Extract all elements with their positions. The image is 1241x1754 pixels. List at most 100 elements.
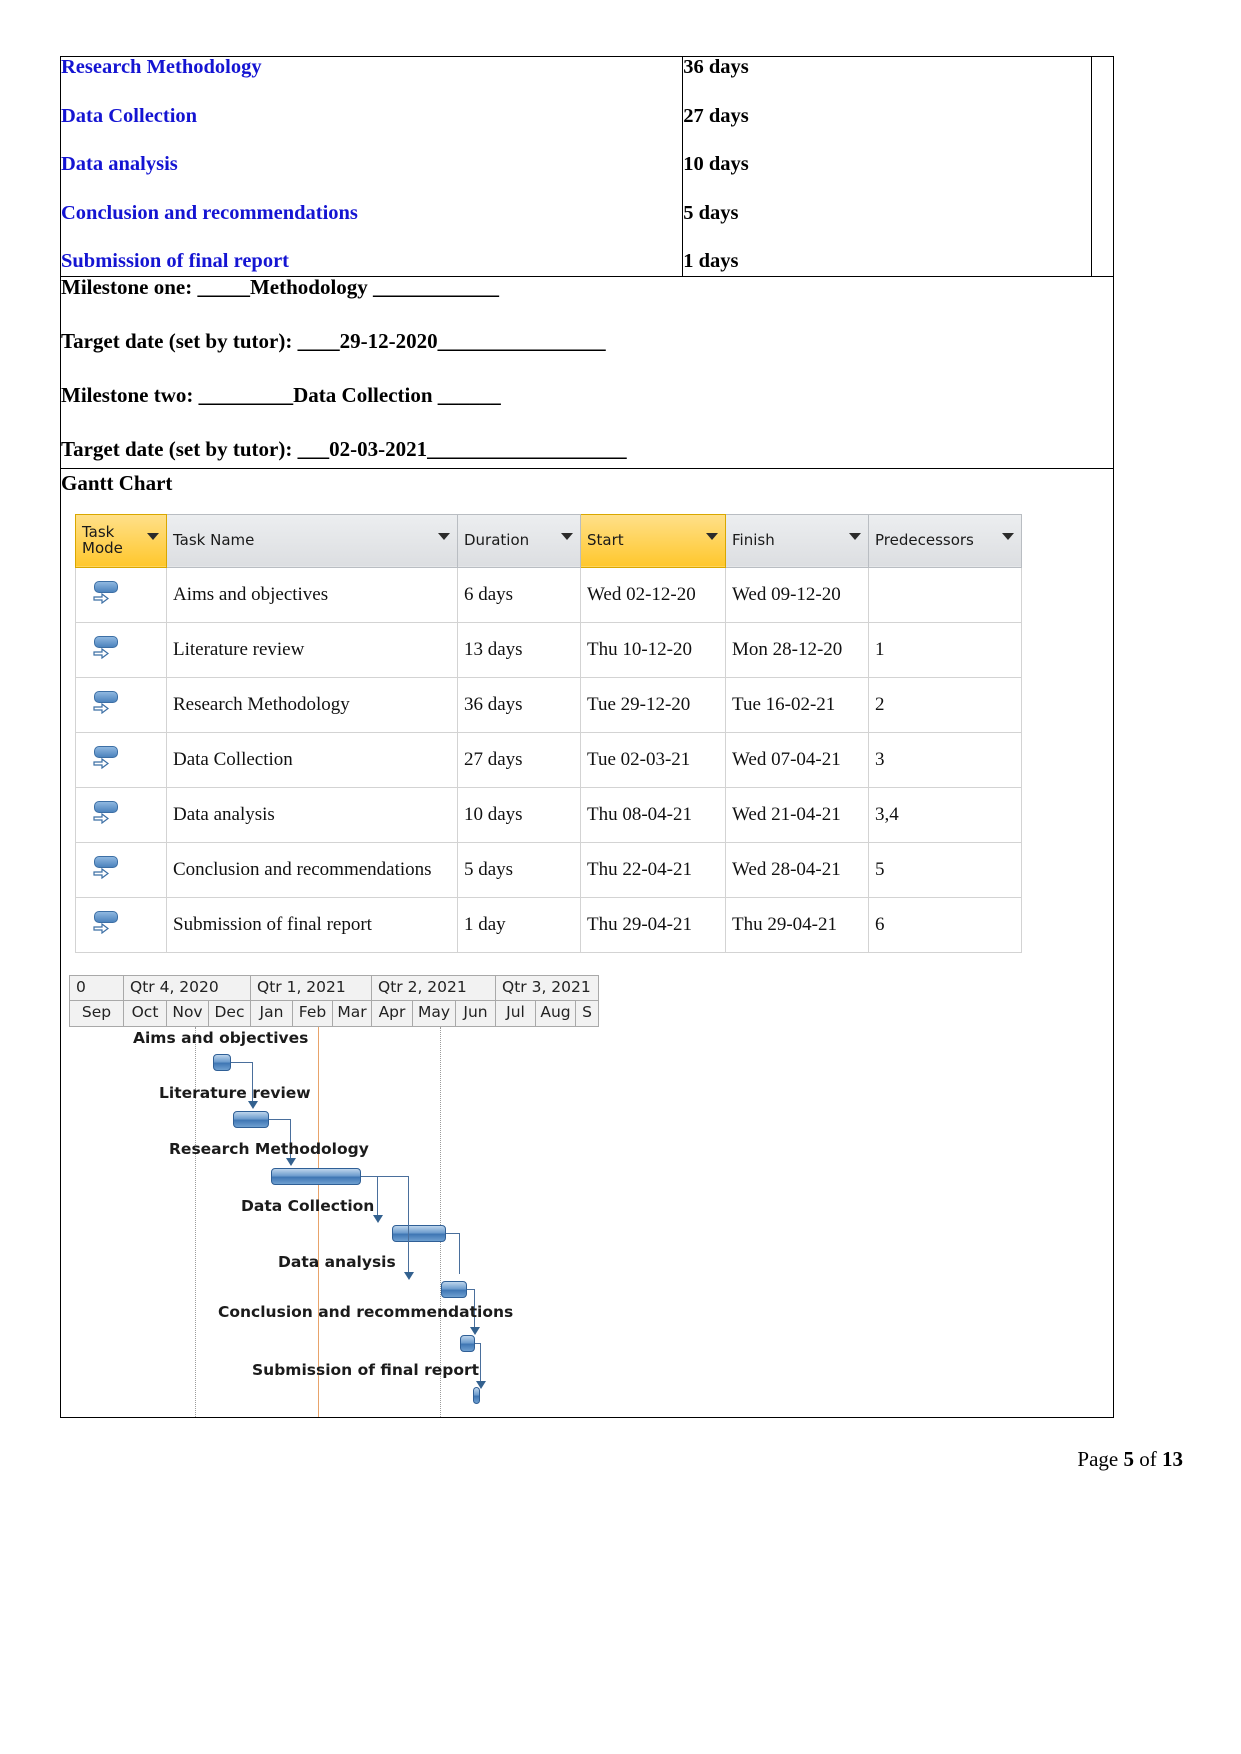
duration-cell[interactable]: 27 days bbox=[457, 731, 581, 788]
start-cell[interactable]: Thu 22-04-21 bbox=[580, 841, 726, 898]
timeline-quarter: Qtr 1, 2021 bbox=[250, 974, 371, 1001]
chevron-down-icon[interactable] bbox=[147, 532, 159, 540]
table-row[interactable]: Data Collection 27 days Tue 02-03-21 Wed… bbox=[75, 731, 1022, 788]
duration-cell[interactable]: 10 days bbox=[457, 786, 581, 843]
start-cell[interactable]: Tue 29-12-20 bbox=[580, 676, 726, 733]
link-arrow-icon bbox=[470, 1326, 480, 1335]
gantt-bar[interactable] bbox=[460, 1334, 475, 1352]
auto-schedule-icon bbox=[92, 910, 126, 940]
start-cell[interactable]: Thu 08-04-21 bbox=[580, 786, 726, 843]
finish-cell[interactable]: Tue 16-02-21 bbox=[725, 676, 869, 733]
column-header-start[interactable]: Start bbox=[580, 513, 726, 568]
duration-cell[interactable]: 13 days bbox=[457, 621, 581, 678]
grid-header-row: Task Mode Task Name Duration Start Finis… bbox=[75, 513, 1022, 568]
finish-cell[interactable]: Wed 21-04-21 bbox=[725, 786, 869, 843]
table-row[interactable]: Literature review 13 days Thu 10-12-20 M… bbox=[75, 621, 1022, 678]
timeline-month: Dec bbox=[208, 1001, 250, 1027]
start-cell[interactable]: Thu 29-04-21 bbox=[580, 896, 726, 953]
column-header-task-mode[interactable]: Task Mode bbox=[75, 513, 167, 568]
gantt-bar[interactable] bbox=[233, 1110, 269, 1128]
predecessors-cell[interactable]: 2 bbox=[868, 676, 1022, 733]
task-mode-cell[interactable] bbox=[75, 841, 167, 898]
task-name-cell[interactable]: Conclusion and recommendations bbox=[166, 841, 458, 898]
auto-schedule-icon bbox=[92, 635, 126, 665]
start-cell[interactable]: Tue 02-03-21 bbox=[580, 731, 726, 788]
timeline-month: Apr bbox=[371, 1001, 412, 1027]
gantt-bar[interactable] bbox=[213, 1053, 231, 1071]
table-row[interactable]: Conclusion and recommendations 5 days Th… bbox=[75, 841, 1022, 898]
column-header-duration-label: Duration bbox=[464, 530, 530, 549]
finish-cell[interactable]: Wed 09-12-20 bbox=[725, 566, 869, 623]
task-mode-cell[interactable] bbox=[75, 731, 167, 788]
milestone-two: Milestone two: _________Data Collection … bbox=[61, 382, 501, 407]
task-mode-cell[interactable] bbox=[75, 676, 167, 733]
gantt-bar[interactable] bbox=[473, 1386, 480, 1404]
task-name-cell[interactable]: Aims and objectives bbox=[166, 566, 458, 623]
table-row[interactable]: Submission of final report 1 day Thu 29-… bbox=[75, 896, 1022, 953]
table-row[interactable]: Aims and objectives 6 days Wed 02-12-20 … bbox=[75, 566, 1022, 623]
duration-cell[interactable]: 36 days bbox=[457, 676, 581, 733]
link-line bbox=[269, 1118, 291, 1120]
timeline-leading-label: 0 bbox=[69, 974, 123, 1001]
task-name-cell[interactable]: Data analysis bbox=[166, 786, 458, 843]
gantt-bar[interactable] bbox=[441, 1280, 467, 1298]
footer-middle: of bbox=[1139, 1447, 1157, 1471]
duration-cell[interactable]: 5 days bbox=[457, 841, 581, 898]
task-mode-cell[interactable] bbox=[75, 896, 167, 953]
page-footer: Page 5 of 13 bbox=[1077, 1447, 1183, 1472]
chevron-down-icon[interactable] bbox=[849, 532, 861, 540]
finish-cell[interactable]: Wed 07-04-21 bbox=[725, 731, 869, 788]
gantt-bar[interactable] bbox=[392, 1224, 446, 1242]
task-name-cell[interactable]: Submission of final report bbox=[166, 896, 458, 953]
finish-cell[interactable]: Mon 28-12-20 bbox=[725, 621, 869, 678]
gantt-bar[interactable] bbox=[271, 1167, 361, 1185]
link-line bbox=[446, 1232, 460, 1234]
link-line bbox=[377, 1175, 378, 1217]
start-cell[interactable]: Wed 02-12-20 bbox=[580, 566, 726, 623]
start-cell[interactable]: Thu 10-12-20 bbox=[580, 621, 726, 678]
predecessors-cell[interactable]: 3 bbox=[868, 731, 1022, 788]
duration-cell[interactable]: 1 day bbox=[457, 896, 581, 953]
table-row[interactable]: Research Methodology 36 days Tue 29-12-2… bbox=[75, 676, 1022, 733]
timeline-month-row: Sep Oct Nov Dec Jan Feb Mar Apr May Jun … bbox=[69, 1001, 599, 1027]
column-header-task-name[interactable]: Task Name bbox=[166, 513, 458, 568]
right-margin-cell bbox=[1091, 56, 1115, 277]
predecessors-cell[interactable]: 1 bbox=[868, 621, 1022, 678]
column-header-predecessors-label: Predecessors bbox=[875, 530, 974, 549]
task-mode-cell[interactable] bbox=[75, 621, 167, 678]
chevron-down-icon[interactable] bbox=[1002, 532, 1014, 540]
gantt-bars-area: Aims and objectives Literature review Re… bbox=[69, 1026, 599, 1417]
bar-label: Data Collection bbox=[241, 1196, 375, 1215]
column-header-predecessors[interactable]: Predecessors bbox=[868, 513, 1022, 568]
link-line bbox=[408, 1175, 409, 1220]
predecessors-cell[interactable]: 5 bbox=[868, 841, 1022, 898]
milestone-one-target-date: Target date (set by tutor): ____29-12-20… bbox=[61, 328, 606, 353]
document-page: Research Methodology Data Collection Dat… bbox=[0, 0, 1241, 1754]
predecessors-cell[interactable] bbox=[868, 566, 1022, 623]
predecessors-cell[interactable]: 3,4 bbox=[868, 786, 1022, 843]
column-header-task-name-label: Task Name bbox=[173, 530, 255, 549]
column-header-duration[interactable]: Duration bbox=[457, 513, 581, 568]
timeline-month: Jan bbox=[250, 1001, 292, 1027]
duration-cell[interactable]: 6 days bbox=[457, 566, 581, 623]
table-row-gantt: Gantt Chart Task Mode Task Name Duration… bbox=[60, 467, 1114, 1418]
task-label: Data Collection bbox=[61, 104, 198, 127]
task-mode-cell[interactable] bbox=[75, 786, 167, 843]
chevron-down-icon[interactable] bbox=[438, 532, 450, 540]
task-mode-cell[interactable] bbox=[75, 566, 167, 623]
column-header-finish[interactable]: Finish bbox=[725, 513, 869, 568]
task-name-cell[interactable]: Research Methodology bbox=[166, 676, 458, 733]
task-name-cell[interactable]: Literature review bbox=[166, 621, 458, 678]
chevron-down-icon[interactable] bbox=[706, 532, 718, 540]
finish-cell[interactable]: Wed 28-04-21 bbox=[725, 841, 869, 898]
table-row[interactable]: Data analysis 10 days Thu 08-04-21 Wed 2… bbox=[75, 786, 1022, 843]
timeline-month: Mar bbox=[332, 1001, 371, 1027]
predecessors-cell[interactable]: 6 bbox=[868, 896, 1022, 953]
chevron-down-icon[interactable] bbox=[561, 532, 573, 540]
finish-cell[interactable]: Thu 29-04-21 bbox=[725, 896, 869, 953]
task-name-cell[interactable]: Data Collection bbox=[166, 731, 458, 788]
gridline bbox=[440, 1026, 441, 1417]
duration-label: 5 days bbox=[683, 201, 739, 224]
timeline-month: Sep bbox=[69, 1001, 123, 1027]
task-label: Research Methodology bbox=[61, 56, 262, 78]
